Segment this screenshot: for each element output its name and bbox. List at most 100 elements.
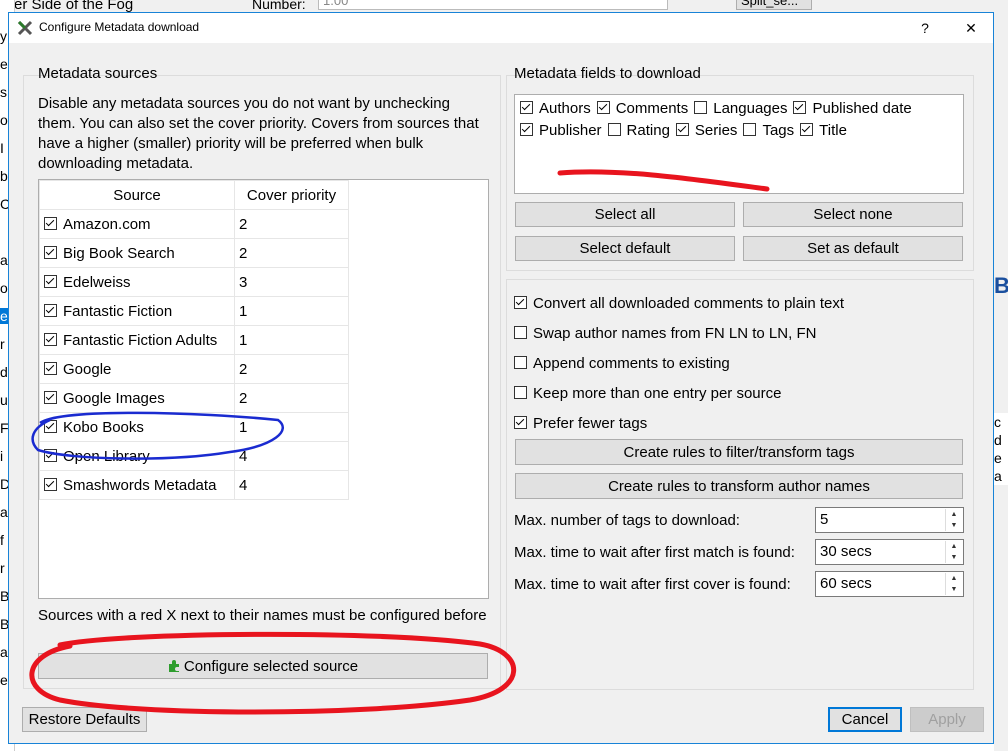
source-checkbox[interactable] [44, 332, 57, 346]
max-tags-spinbox[interactable]: 5 ▲ ▼ [815, 507, 964, 533]
select-none-button[interactable]: Select none [743, 202, 963, 227]
checkbox-box[interactable] [793, 101, 807, 114]
configure-selected-source-label: Configure selected source [183, 657, 359, 675]
source-name-cell[interactable]: Edelweiss [39, 267, 235, 297]
source-row[interactable]: Fantastic Fiction 1 [39, 296, 349, 326]
cover-priority-cell[interactable]: 1 [234, 412, 349, 442]
cover-priority-cell[interactable]: 2 [234, 354, 349, 384]
cover-priority-cell[interactable]: 1 [234, 325, 349, 355]
field-checkbox-authors[interactable]: Authors [520, 98, 591, 120]
cover-priority-cell[interactable]: 2 [234, 383, 349, 413]
source-name-cell[interactable]: Fantastic Fiction Adults [39, 325, 235, 355]
checkbox-box[interactable] [800, 123, 814, 136]
checkbox-box[interactable] [514, 296, 527, 309]
filter-tags-rules-button[interactable]: Create rules to filter/transform tags [515, 439, 963, 465]
spinbox-arrows-icon[interactable]: ▲ ▼ [945, 541, 962, 563]
checkbox-box[interactable] [743, 123, 757, 136]
field-checkbox-title[interactable]: Title [800, 120, 847, 142]
source-checkbox[interactable] [44, 274, 57, 288]
select-default-button[interactable]: Select default [515, 236, 735, 261]
checkbox-box[interactable] [607, 123, 621, 136]
source-row[interactable]: Smashwords Metadata 4 [39, 470, 349, 500]
source-checkbox[interactable] [44, 245, 57, 259]
field-checkbox-tags[interactable]: Tags [743, 120, 794, 142]
source-row[interactable]: Big Book Search 2 [39, 238, 349, 268]
cover-priority-value: 1 [239, 418, 248, 436]
field-label: Published date [812, 100, 912, 117]
source-row[interactable]: Google Images 2 [39, 383, 349, 413]
checkbox-box[interactable] [596, 101, 610, 114]
close-button[interactable]: ✕ [948, 13, 994, 43]
checkbox-box[interactable] [694, 101, 708, 114]
source-name-cell[interactable]: Smashwords Metadata [39, 470, 235, 500]
spinbox-arrows-icon[interactable]: ▲ ▼ [945, 509, 962, 531]
restore-defaults-button[interactable]: Restore Defaults [22, 707, 147, 732]
source-name-cell[interactable]: Google Images [39, 383, 235, 413]
cover-priority-value: 2 [239, 215, 248, 233]
background-number-field[interactable]: 1.00 [318, 0, 668, 10]
checkbox-box[interactable] [520, 123, 533, 136]
field-checkbox-publisher[interactable]: Publisher [520, 120, 602, 142]
source-row[interactable]: Edelweiss 3 [39, 267, 349, 297]
source-row[interactable]: Kobo Books 1 [39, 412, 349, 442]
source-checkbox[interactable] [44, 303, 57, 317]
field-checkbox-rating[interactable]: Rating [607, 120, 670, 142]
cover-priority-cell[interactable]: 1 [234, 296, 349, 326]
field-checkbox-series[interactable]: Series [675, 120, 737, 142]
option-checkbox[interactable]: Convert all downloaded comments to plain… [514, 289, 964, 319]
option-label: Convert all downloaded comments to plain… [533, 295, 845, 312]
source-checkbox[interactable] [44, 390, 57, 404]
max-tags-label: Max. number of tags to download: [514, 512, 740, 529]
cover-priority-cell[interactable]: 2 [234, 209, 349, 239]
option-checkbox[interactable]: Append comments to existing [514, 349, 964, 379]
checkbox-box[interactable] [514, 386, 527, 399]
field-checkbox-languages[interactable]: Languages [694, 98, 787, 120]
source-row[interactable]: Amazon.com 2 [39, 209, 349, 239]
checkbox-box[interactable] [514, 326, 527, 339]
select-all-button[interactable]: Select all [515, 202, 735, 227]
source-row[interactable]: Google 2 [39, 354, 349, 384]
background-split-button[interactable]: Split_se... [736, 0, 812, 10]
option-checkbox[interactable]: Keep more than one entry per source [514, 379, 964, 409]
apply-button[interactable]: Apply [910, 707, 984, 732]
checkbox-box[interactable] [514, 416, 527, 429]
cover-priority-cell[interactable]: 3 [234, 267, 349, 297]
checkbox-box[interactable] [520, 101, 533, 114]
cover-priority-column-header[interactable]: Cover priority [234, 180, 349, 210]
field-checkbox-comments[interactable]: Comments [596, 98, 688, 120]
configure-selected-source-button[interactable]: Configure selected source [38, 653, 488, 679]
source-name-cell[interactable]: Big Book Search [39, 238, 235, 268]
source-name-cell[interactable]: Kobo Books [39, 412, 235, 442]
wait-match-spinbox[interactable]: 30 secs ▲ ▼ [815, 539, 964, 565]
source-column-header[interactable]: Source [39, 180, 235, 210]
wait-cover-spinbox[interactable]: 60 secs ▲ ▼ [815, 571, 964, 597]
cover-priority-cell[interactable]: 2 [234, 238, 349, 268]
field-label: Tags [762, 122, 795, 139]
sources-table-panel: Source Cover priority Amazon.com 2 Big Boo… [38, 179, 489, 599]
cover-priority-cell[interactable]: 4 [234, 441, 349, 471]
source-name-cell[interactable]: Google [39, 354, 235, 384]
source-name-cell[interactable]: Fantastic Fiction [39, 296, 235, 326]
source-checkbox[interactable] [44, 361, 57, 375]
source-row[interactable]: Open Library 4 [39, 441, 349, 471]
spinbox-arrows-icon[interactable]: ▲ ▼ [945, 573, 962, 595]
source-checkbox[interactable] [44, 448, 57, 462]
source-name-cell[interactable]: Amazon.com [39, 209, 235, 239]
option-checkbox[interactable]: Prefer fewer tags [514, 409, 964, 439]
checkbox-box[interactable] [514, 356, 527, 369]
source-checkbox[interactable] [44, 419, 57, 433]
metadata-fields-title: Metadata fields to download [514, 65, 701, 82]
source-row[interactable]: Fantastic Fiction Adults 1 [39, 325, 349, 355]
source-checkbox[interactable] [44, 477, 57, 491]
transform-authors-rules-button[interactable]: Create rules to transform author names [515, 473, 963, 499]
option-checkbox[interactable]: Swap author names from FN LN to LN, FN [514, 319, 964, 349]
field-checkbox-published-date[interactable]: Published date [793, 98, 912, 120]
checkbox-box[interactable] [675, 123, 689, 136]
cover-priority-cell[interactable]: 4 [234, 470, 349, 500]
source-checkbox[interactable] [44, 216, 57, 230]
cancel-button[interactable]: Cancel [828, 707, 902, 732]
set-as-default-button[interactable]: Set as default [743, 236, 963, 261]
help-button[interactable]: ? [902, 13, 948, 43]
source-name-cell[interactable]: Open Library [39, 441, 235, 471]
wait-cover-label: Max. time to wait after first cover is f… [514, 576, 791, 593]
